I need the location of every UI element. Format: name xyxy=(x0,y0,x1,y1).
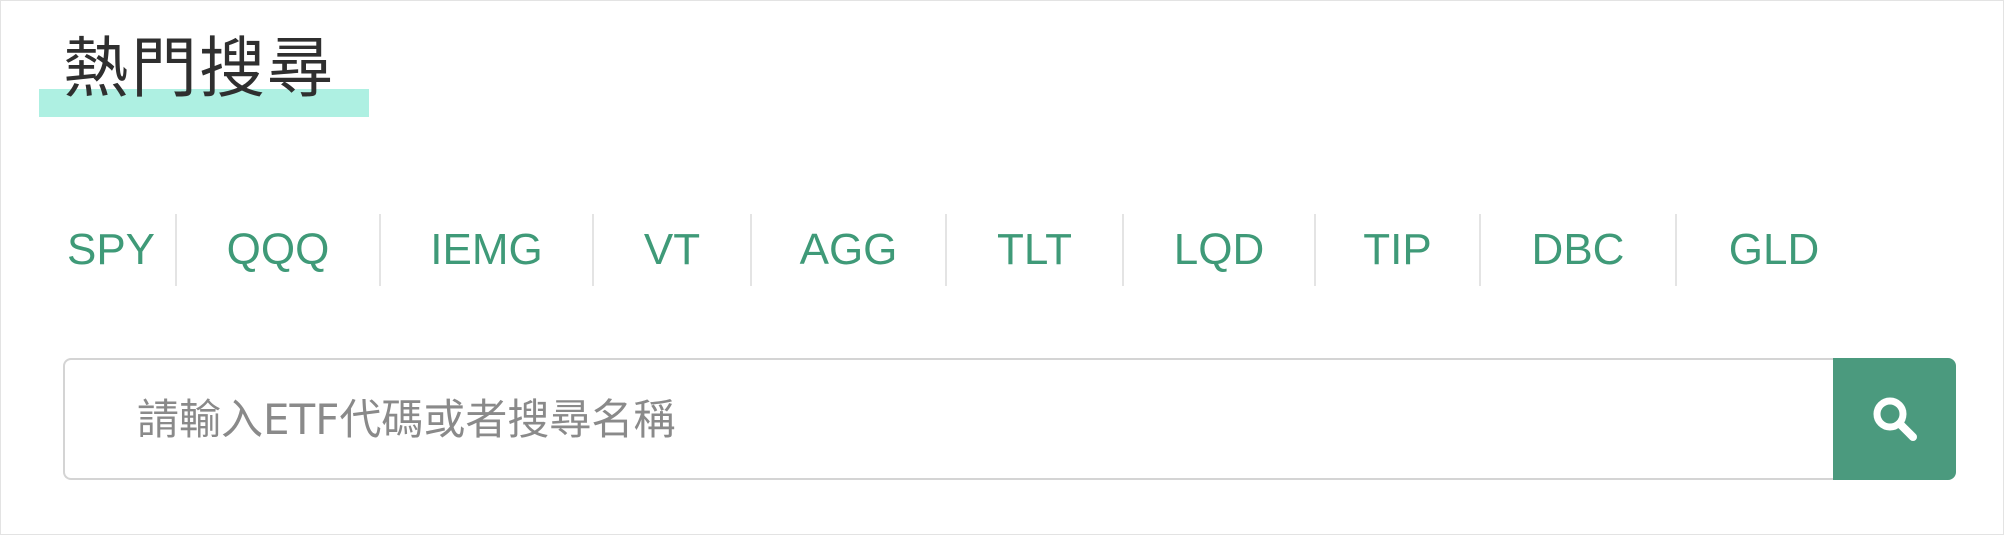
ticker-link-iemg[interactable]: IEMG xyxy=(381,214,592,286)
search-icon xyxy=(1873,397,1917,441)
search-button[interactable] xyxy=(1833,358,1956,480)
ticker-link-lqd[interactable]: LQD xyxy=(1124,214,1314,286)
section-header: 熱門搜尋 xyxy=(39,29,369,121)
ticker-link-tip[interactable]: TIP xyxy=(1316,214,1479,286)
ticker-link-tlt[interactable]: TLT xyxy=(947,214,1122,286)
ticker-link-agg[interactable]: AGG xyxy=(752,214,945,286)
ticker-link-qqq[interactable]: QQQ xyxy=(177,214,379,286)
ticker-link-vt[interactable]: VT xyxy=(594,214,750,286)
popular-ticker-list: SPY QQQ IEMG VT AGG TLT LQD TIP DBC GLD xyxy=(47,214,1871,286)
section-title: 熱門搜尋 xyxy=(63,30,335,107)
etf-search-form xyxy=(63,358,1956,480)
ticker-link-dbc[interactable]: DBC xyxy=(1481,214,1675,286)
ticker-link-gld[interactable]: GLD xyxy=(1677,214,1871,286)
etf-search-input[interactable] xyxy=(63,358,1833,480)
popular-search-panel: 熱門搜尋 SPY QQQ IEMG VT AGG TLT LQD TIP DBC… xyxy=(0,0,2004,535)
ticker-link-spy[interactable]: SPY xyxy=(47,214,175,286)
